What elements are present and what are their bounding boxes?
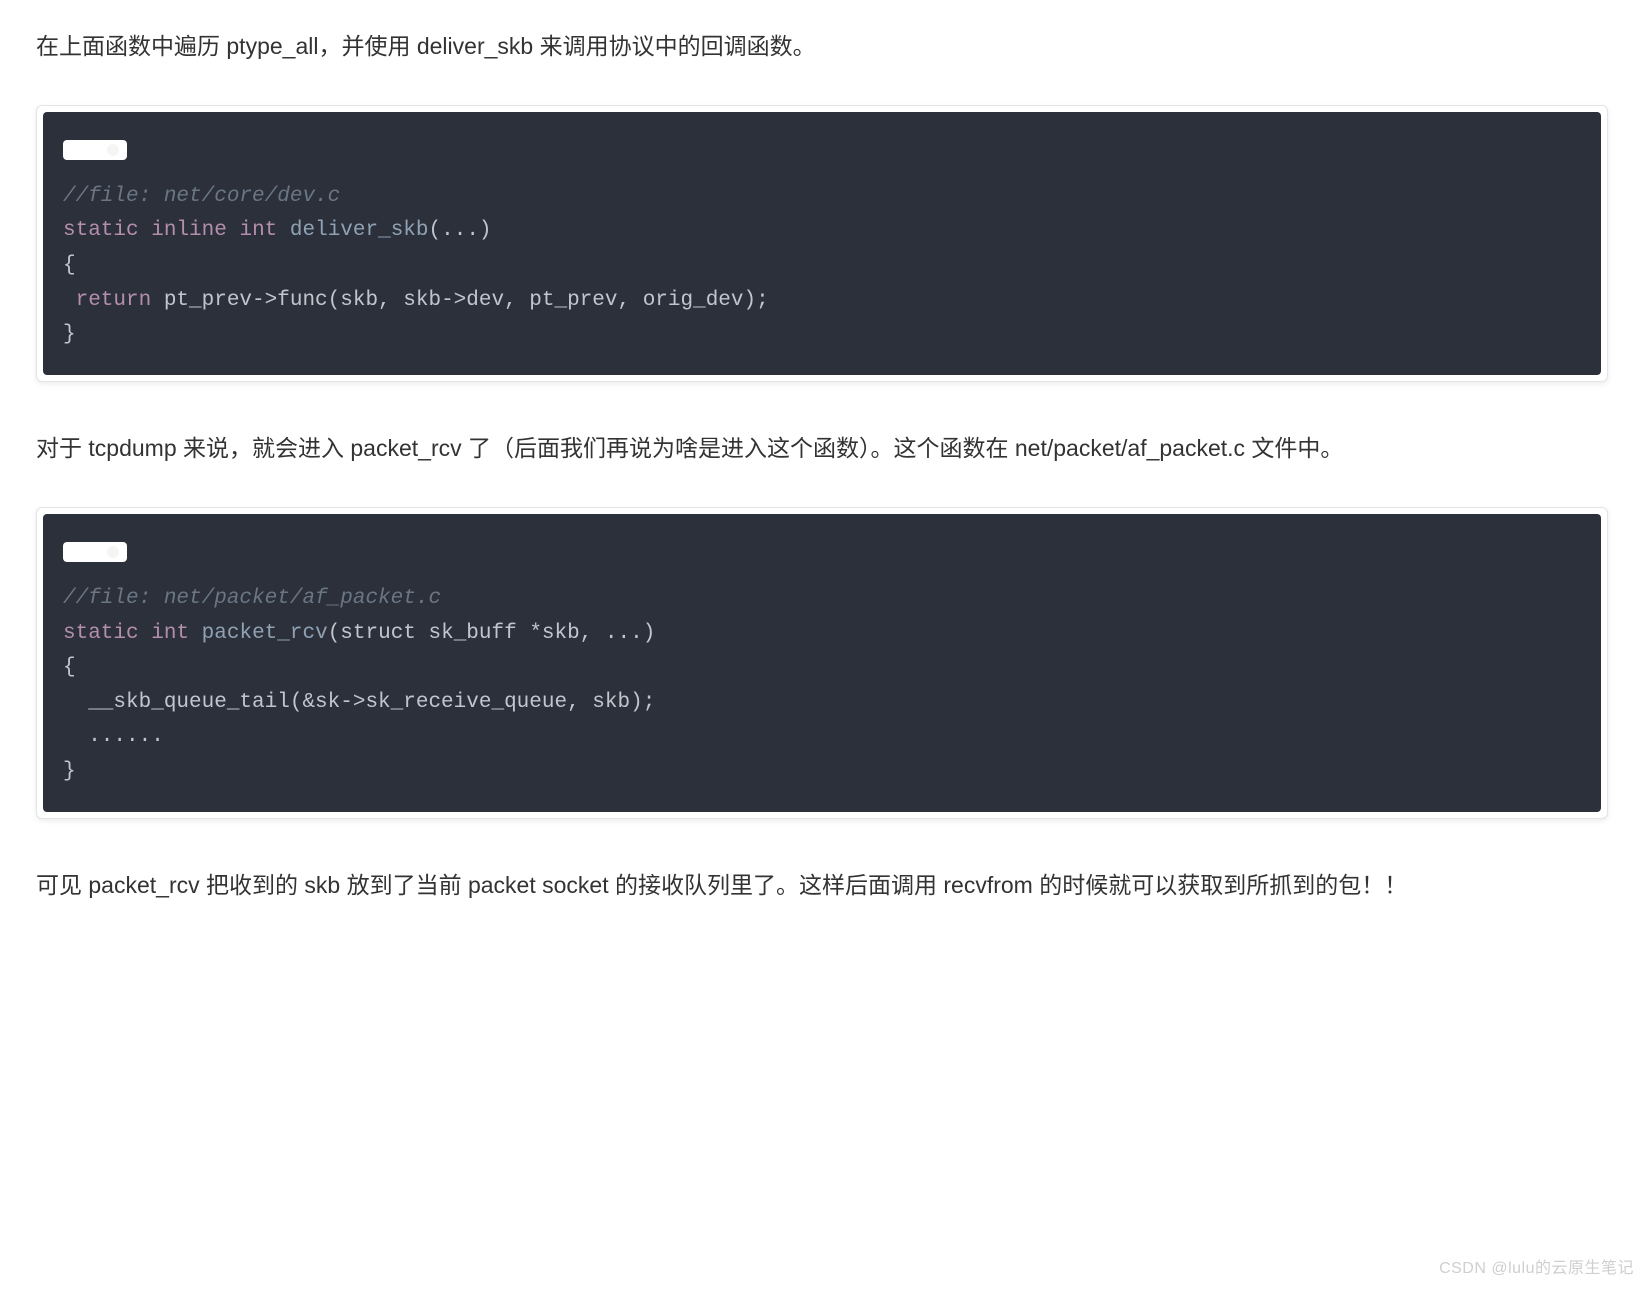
dot-icon xyxy=(107,546,119,558)
code-keyword: static xyxy=(63,622,139,645)
code-content: //file: net/packet/af_packet.c static in… xyxy=(63,582,1581,790)
code-inner: //file: net/core/dev.c static inline int… xyxy=(43,112,1601,375)
code-text: (...) xyxy=(429,219,492,242)
paragraph-3: 可见 packet_rcv 把收到的 skb 放到了当前 packet sock… xyxy=(36,863,1608,908)
code-text: } xyxy=(63,760,76,783)
code-comment: //file: net/core/dev.c xyxy=(63,185,340,208)
code-function: packet_rcv xyxy=(202,622,328,645)
code-function: deliver_skb xyxy=(290,219,429,242)
code-text: { xyxy=(63,254,76,277)
window-dots xyxy=(63,542,127,562)
code-text: ...... xyxy=(63,725,164,748)
dot-icon xyxy=(107,144,119,156)
window-dots xyxy=(63,140,127,160)
code-inner: //file: net/packet/af_packet.c static in… xyxy=(43,514,1601,812)
code-type: int xyxy=(151,622,189,645)
code-block-1: //file: net/core/dev.c static inline int… xyxy=(36,105,1608,382)
code-keyword: inline xyxy=(151,219,227,242)
code-text: } xyxy=(63,323,76,346)
watermark: CSDN @lulu的云原生笔记 xyxy=(1439,1253,1634,1284)
code-content: //file: net/core/dev.c static inline int… xyxy=(63,180,1581,353)
code-text: pt_prev->func(skb, skb->dev, pt_prev, or… xyxy=(151,289,769,312)
code-keyword: static xyxy=(63,219,139,242)
code-comment: //file: net/packet/af_packet.c xyxy=(63,587,441,610)
paragraph-1: 在上面函数中遍历 ptype_all，并使用 deliver_skb 来调用协议… xyxy=(36,24,1608,69)
code-text: (struct sk_buff *skb, ...) xyxy=(328,622,656,645)
dot-icon xyxy=(87,144,99,156)
code-type: int xyxy=(239,219,277,242)
dot-icon xyxy=(67,546,79,558)
code-text: __skb_queue_tail(&sk->sk_receive_queue, … xyxy=(63,691,655,714)
dot-icon xyxy=(67,144,79,156)
code-block-2: //file: net/packet/af_packet.c static in… xyxy=(36,507,1608,819)
code-keyword: return xyxy=(63,289,151,312)
code-text: { xyxy=(63,656,76,679)
paragraph-2: 对于 tcpdump 来说，就会进入 packet_rcv 了（后面我们再说为啥… xyxy=(36,426,1608,471)
dot-icon xyxy=(87,546,99,558)
